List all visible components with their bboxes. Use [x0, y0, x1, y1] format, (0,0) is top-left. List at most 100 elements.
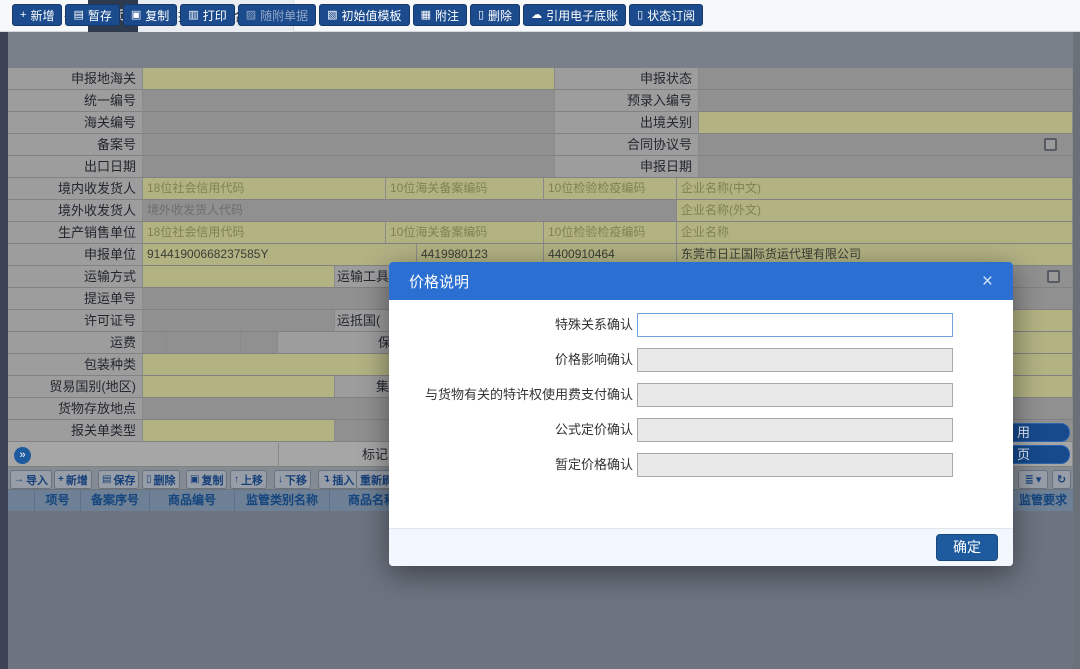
temp-save-button[interactable]: ▤暂存 [65, 4, 119, 26]
exit-port-input[interactable] [699, 112, 1073, 134]
freight-mark-input[interactable] [143, 332, 167, 354]
new-button[interactable]: +新增 [12, 4, 62, 26]
col-header-commodity-code[interactable]: 商品编号 [149, 490, 234, 511]
declare-unit-code-input[interactable]: 91441900668237585Y [143, 244, 417, 266]
right-scrollbar[interactable] [1073, 32, 1080, 669]
field-label-transport-tool: 运输工具 [337, 266, 389, 288]
domestic-consignor-code-input[interactable]: 18位社会信用代码 [143, 178, 386, 200]
confirm-button[interactable]: 确定 [936, 534, 998, 561]
production-unit-inspection-input[interactable]: 10位检验检疫编码 [544, 222, 677, 244]
field-label-arrival-country: 运抵国( [337, 310, 380, 332]
cite-eledger-button[interactable]: ☁引用电子底账 [523, 4, 626, 26]
save-icon: ▤ [102, 474, 111, 485]
list-icon: ≣ [1025, 473, 1034, 486]
field-label-customs-no: 海关编号 [8, 112, 143, 134]
item-new-button[interactable]: +新增 [54, 470, 92, 489]
declare-date-input[interactable] [699, 156, 1073, 178]
domestic-consignor-name-input[interactable]: 企业名称(中文) [677, 178, 1073, 200]
button-label: 暂存 [88, 7, 112, 24]
customs-no-input[interactable] [143, 112, 555, 134]
main-toolbar [0, 32, 1080, 68]
note-button[interactable]: ▦附注 [413, 4, 467, 26]
item-move-down-button[interactable]: ↓下移 [274, 470, 311, 489]
col-header-supervision-type[interactable]: 监管类别名称 [234, 490, 329, 511]
item-save-button[interactable]: ▤保存 [98, 470, 139, 489]
button-label: 插入 [332, 472, 354, 488]
dialog-title: 价格说明 [409, 271, 469, 292]
transport-mode-input[interactable] [143, 266, 335, 288]
royalty-payment-input[interactable] [637, 383, 953, 407]
left-edge-strip [0, 32, 8, 669]
button-label: 删除 [488, 7, 512, 24]
price-impact-label: 价格影响确认 [389, 348, 633, 372]
price-impact-input[interactable] [637, 348, 953, 372]
unified-no-input[interactable] [143, 90, 555, 112]
field-label-declare-status: 申报状态 [555, 68, 699, 90]
copy-icon: ▣ [190, 474, 199, 485]
item-insert-button[interactable]: ↴插入 [318, 470, 358, 489]
dialog-close-icon[interactable]: × [982, 272, 993, 291]
trade-country-input[interactable] [143, 376, 335, 398]
button-label: 保存 [113, 472, 135, 488]
production-unit-code-input[interactable]: 18位社会信用代码 [143, 222, 386, 244]
production-unit-name-input[interactable]: 企业名称 [677, 222, 1073, 244]
field-label-exit-port: 出境关别 [555, 112, 699, 134]
overseas-consignor-name-input[interactable]: 企业名称(外文) [677, 200, 1073, 222]
freight-rate-input[interactable] [167, 332, 241, 354]
field-label-export-date: 出口日期 [8, 156, 143, 178]
expand-more-button[interactable]: » [14, 447, 31, 464]
button-label: 复制 [145, 7, 169, 24]
item-move-up-button[interactable]: ↑上移 [230, 470, 267, 489]
declaration-type-input[interactable] [143, 420, 335, 442]
expand-row-divider [278, 443, 279, 466]
field-label-overseas-consignor: 境外收发货人 [8, 200, 143, 222]
item-delete-button[interactable]: ▯删除 [142, 470, 180, 489]
delete-button[interactable]: ▯ 删除 [470, 4, 520, 26]
copy-button[interactable]: ▣复制 [123, 4, 177, 26]
col-header-item-no[interactable]: 项号 [34, 490, 80, 511]
import-icon: → [14, 474, 24, 485]
refresh-button[interactable]: ↻ [1052, 470, 1071, 489]
provisional-price-label: 暂定价格确认 [389, 453, 633, 477]
attached-docs-button[interactable]: ▨随附单据 [238, 4, 316, 26]
button-label: 初始值模板 [342, 7, 402, 24]
trash-icon: ▯ [478, 10, 484, 21]
item-copy-button[interactable]: ▣复制 [186, 470, 227, 489]
contract-checkbox[interactable] [1044, 138, 1057, 151]
button-label: 状态订阅 [647, 7, 695, 24]
arrow-down-icon: ↓ [278, 474, 283, 485]
field-label-mark: 标记 [362, 444, 389, 466]
status-subscribe-button[interactable]: ▯状态订阅 [629, 4, 703, 26]
button-label: 新增 [66, 472, 88, 488]
domestic-consignor-inspection-input[interactable]: 10位检验检疫编码 [544, 178, 677, 200]
cloud-icon: ☁ [531, 10, 542, 21]
declare-status-input[interactable] [699, 68, 1073, 90]
production-unit-record-input[interactable]: 10位海关备案编码 [386, 222, 544, 244]
button-label: 附注 [435, 7, 459, 24]
contract-no-input[interactable] [699, 134, 1073, 156]
special-relation-input[interactable] [637, 313, 953, 337]
royalty-payment-label: 与货物有关的特许权使用费支付确认 [389, 383, 633, 407]
provisional-price-input[interactable] [637, 453, 953, 477]
formula-pricing-input[interactable] [637, 418, 953, 442]
freight-currency-input[interactable] [241, 332, 278, 354]
button-label: 打印 [203, 7, 227, 24]
col-header-supervision-req[interactable]: 监管要求 [1013, 490, 1073, 511]
field-label-declare-customs: 申报地海关 [8, 68, 143, 90]
export-date-input[interactable] [143, 156, 555, 178]
license-no-input[interactable] [143, 310, 335, 332]
print-button[interactable]: ▥ 打印 [180, 4, 234, 26]
transport-checkbox[interactable] [1047, 270, 1060, 283]
col-header-record-seq[interactable]: 备案序号 [80, 490, 149, 511]
initial-template-button[interactable]: ▧初始值模板 [319, 4, 409, 26]
column-settings-button[interactable]: ≣▾ [1018, 470, 1048, 489]
button-label: 导入 [26, 472, 48, 488]
field-label-storage-place: 货物存放地点 [8, 398, 143, 420]
pre-entry-no-input[interactable] [699, 90, 1073, 112]
domestic-consignor-record-input[interactable]: 10位海关备案编码 [386, 178, 544, 200]
print-icon: ▥ [188, 10, 198, 21]
declare-customs-input[interactable] [143, 68, 555, 90]
item-import-button[interactable]: →导入 [10, 470, 52, 489]
overseas-consignor-code-input[interactable]: 境外收发货人代码 [143, 200, 677, 222]
record-no-input[interactable] [143, 134, 555, 156]
